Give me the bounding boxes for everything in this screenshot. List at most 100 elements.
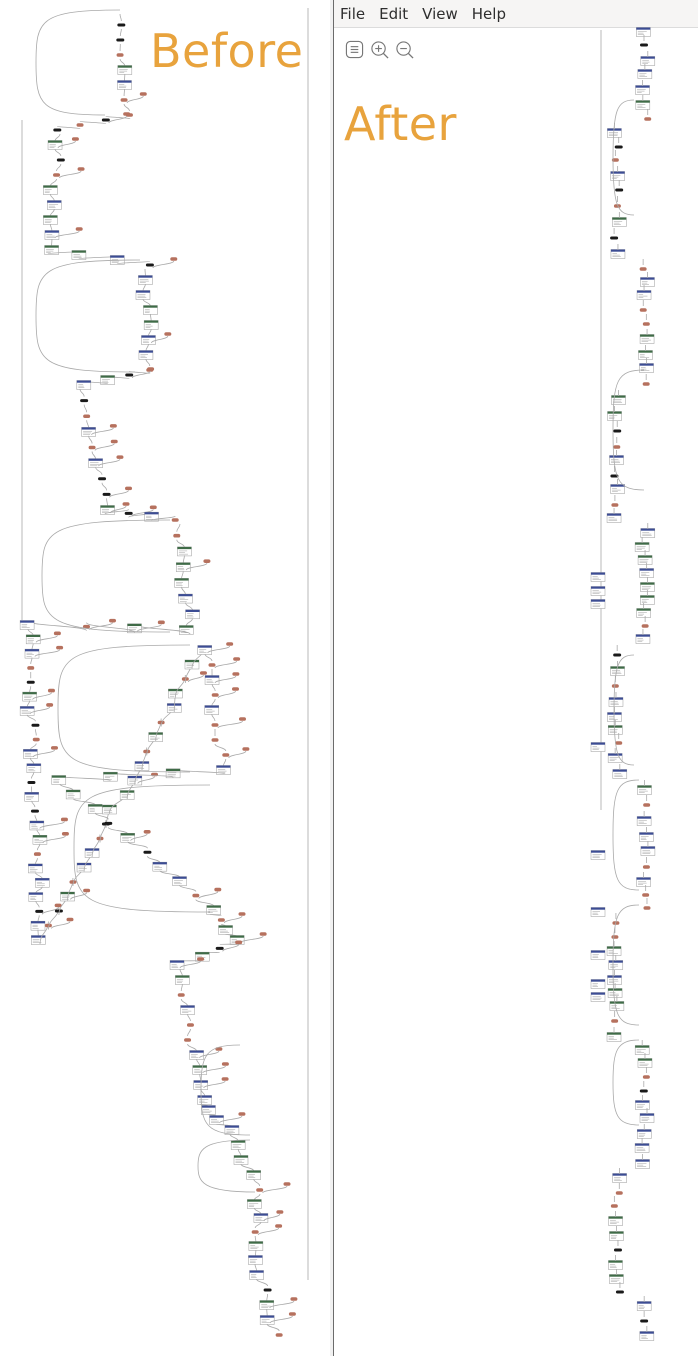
- graph-node[interactable]: [638, 350, 653, 360]
- graph-node[interactable]: [613, 429, 622, 433]
- graph-node[interactable]: [83, 414, 91, 419]
- graph-node[interactable]: [590, 586, 606, 596]
- graph-node[interactable]: [28, 863, 43, 874]
- graph-node[interactable]: [47, 200, 62, 210]
- graph-node[interactable]: [117, 65, 133, 75]
- graph-node[interactable]: [606, 946, 622, 956]
- menu-file[interactable]: File: [340, 5, 365, 23]
- graph-node[interactable]: [117, 23, 126, 27]
- before-graph-canvas[interactable]: [0, 0, 330, 1356]
- graph-node[interactable]: [609, 455, 624, 465]
- graph-node[interactable]: [613, 204, 621, 208]
- graph-node[interactable]: [29, 820, 45, 831]
- graph-node[interactable]: [608, 1260, 623, 1270]
- graph-node[interactable]: [637, 1058, 653, 1068]
- graph-node[interactable]: [590, 979, 606, 989]
- graph-node[interactable]: [177, 546, 192, 557]
- graph-node[interactable]: [224, 1125, 240, 1135]
- graph-node[interactable]: [157, 620, 165, 625]
- graph-node[interactable]: [642, 322, 650, 326]
- graph-node[interactable]: [635, 1100, 650, 1110]
- graph-node[interactable]: [201, 1105, 216, 1115]
- graph-node[interactable]: [145, 263, 154, 267]
- graph-node[interactable]: [635, 1159, 650, 1169]
- graph-node[interactable]: [639, 1331, 655, 1341]
- graph-node[interactable]: [177, 993, 185, 997]
- graph-node[interactable]: [640, 1319, 649, 1323]
- graph-node[interactable]: [590, 742, 606, 752]
- graph-node[interactable]: [24, 648, 40, 659]
- graph-node[interactable]: [22, 691, 37, 702]
- graph-node[interactable]: [171, 518, 179, 522]
- graph-node[interactable]: [152, 861, 168, 872]
- graph-node[interactable]: [135, 290, 151, 300]
- graph-node[interactable]: [143, 320, 159, 330]
- graph-node[interactable]: [246, 1170, 261, 1180]
- graph-node[interactable]: [88, 458, 103, 468]
- graph-node[interactable]: [614, 145, 623, 149]
- graph-node[interactable]: [43, 185, 58, 195]
- graph-node[interactable]: [613, 445, 621, 449]
- graph-node[interactable]: [635, 634, 651, 644]
- graph-node[interactable]: [231, 687, 239, 691]
- graph-node[interactable]: [53, 631, 61, 636]
- graph-node[interactable]: [197, 957, 205, 961]
- graph-node[interactable]: [138, 350, 154, 360]
- graph-node[interactable]: [259, 1315, 275, 1325]
- graph-node[interactable]: [248, 1255, 263, 1265]
- graph-node[interactable]: [636, 816, 652, 826]
- graph-node[interactable]: [590, 850, 606, 860]
- graph-node[interactable]: [30, 920, 46, 931]
- graph-node[interactable]: [147, 367, 155, 371]
- graph-node[interactable]: [643, 803, 651, 807]
- graph-node[interactable]: [209, 1115, 224, 1125]
- graph-node[interactable]: [639, 832, 654, 842]
- graph-node[interactable]: [117, 80, 132, 90]
- graph-node[interactable]: [197, 645, 212, 655]
- graph-node[interactable]: [641, 624, 649, 628]
- graph-node[interactable]: [65, 789, 81, 800]
- graph-node[interactable]: [109, 618, 117, 623]
- graph-node[interactable]: [180, 1005, 195, 1015]
- graph-node[interactable]: [170, 257, 178, 261]
- graph-node[interactable]: [226, 642, 234, 646]
- graph-node[interactable]: [276, 1210, 284, 1214]
- graph-node[interactable]: [33, 852, 41, 856]
- graph-node[interactable]: [31, 935, 46, 945]
- graph-node[interactable]: [26, 680, 35, 684]
- graph-node[interactable]: [199, 671, 207, 675]
- graph-node[interactable]: [164, 332, 172, 336]
- graph-node[interactable]: [642, 865, 650, 869]
- graph-node[interactable]: [610, 171, 625, 181]
- graph-node[interactable]: [30, 809, 39, 813]
- graph-node[interactable]: [101, 118, 110, 122]
- graph-node[interactable]: [613, 1248, 622, 1252]
- graph-node[interactable]: [238, 717, 246, 721]
- graph-node[interactable]: [44, 230, 60, 240]
- graph-node[interactable]: [81, 427, 96, 437]
- graph-node[interactable]: [233, 657, 241, 661]
- graph-node[interactable]: [247, 1199, 262, 1209]
- graph-node[interactable]: [222, 753, 230, 757]
- graph-node[interactable]: [26, 763, 42, 773]
- graph-node[interactable]: [610, 236, 619, 240]
- graph-node[interactable]: [53, 128, 62, 132]
- graph-node[interactable]: [141, 335, 156, 345]
- graph-node[interactable]: [120, 98, 128, 102]
- graph-node[interactable]: [640, 277, 655, 287]
- graph-node[interactable]: [138, 275, 153, 285]
- graph-node[interactable]: [24, 792, 39, 802]
- graph-node[interactable]: [75, 227, 83, 231]
- graph-node[interactable]: [51, 775, 67, 785]
- graph-node[interactable]: [608, 1216, 623, 1226]
- graph-node[interactable]: [88, 445, 96, 450]
- graph-node[interactable]: [611, 395, 626, 405]
- graph-node[interactable]: [185, 609, 200, 620]
- graph-node[interactable]: [642, 382, 650, 386]
- graph-node[interactable]: [640, 528, 656, 538]
- graph-node[interactable]: [290, 1297, 298, 1301]
- graph-node[interactable]: [590, 950, 606, 960]
- graph-node[interactable]: [149, 505, 157, 510]
- graph-node[interactable]: [242, 747, 250, 751]
- graph-node[interactable]: [211, 738, 219, 742]
